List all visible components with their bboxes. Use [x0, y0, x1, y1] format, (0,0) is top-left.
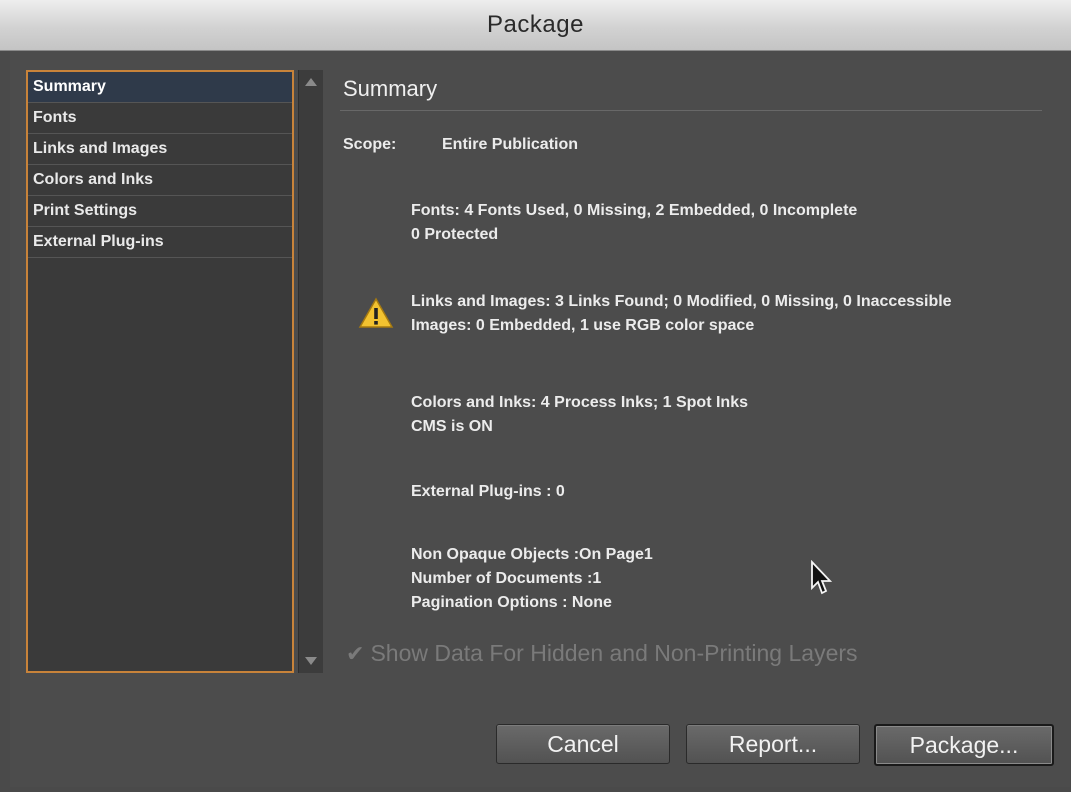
sidebar-item-colors-and-inks[interactable]: Colors and Inks	[28, 165, 292, 196]
show-hidden-layers-label: Show Data For Hidden and Non-Printing La…	[370, 640, 858, 666]
sidebar-item-summary[interactable]: Summary	[28, 72, 292, 103]
non-opaque-objects-line: Non Opaque Objects :On Page1	[411, 546, 653, 563]
fonts-summary-line: Fonts: 4 Fonts Used, 0 Missing, 2 Embedd…	[411, 202, 858, 219]
checkmark-icon: ✔	[346, 640, 365, 666]
heading-divider	[340, 110, 1042, 111]
cancel-button[interactable]: Cancel	[496, 724, 670, 764]
sidebar-item-external-plug-ins[interactable]: External Plug-ins	[28, 227, 292, 258]
plugins-summary: External Plug-ins : 0	[411, 480, 565, 504]
pagination-options-line: Pagination Options : None	[411, 594, 612, 611]
scroll-down-arrow-icon[interactable]	[305, 657, 317, 665]
sidebar-item-links-and-images[interactable]: Links and Images	[28, 134, 292, 165]
window-title: Package	[487, 11, 584, 38]
links-summary: Links and Images: 3 Links Found; 0 Modif…	[411, 290, 952, 338]
warning-triangle-icon	[358, 297, 394, 328]
sidebar-scrollbar[interactable]	[298, 70, 323, 673]
fonts-protected-line: 0 Protected	[411, 226, 499, 243]
number-of-documents-line: Number of Documents :1	[411, 570, 602, 587]
cms-status-line: CMS is ON	[411, 418, 493, 435]
other-summary: Non Opaque Objects :On Page1 Number of D…	[411, 543, 653, 615]
sidebar-list: Summary Fonts Links and Images Colors an…	[26, 70, 294, 673]
external-plugins-line: External Plug-ins : 0	[411, 483, 565, 500]
mouse-pointer-icon	[811, 560, 832, 595]
section-heading: Summary	[343, 76, 438, 101]
colors-inks-line: Colors and Inks: 4 Process Inks; 1 Spot …	[411, 394, 748, 411]
fonts-summary: Fonts: 4 Fonts Used, 0 Missing, 2 Embedd…	[411, 199, 857, 247]
scope-value: Entire Publication	[442, 136, 579, 153]
package-button[interactable]: Package...	[874, 724, 1054, 766]
colors-summary: Colors and Inks: 4 Process Inks; 1 Spot …	[411, 391, 748, 439]
scope-label: Scope:	[343, 136, 397, 153]
sidebar-item-print-settings[interactable]: Print Settings	[28, 196, 292, 227]
title-bar: Package	[0, 0, 1071, 51]
links-summary-line: Links and Images: 3 Links Found; 0 Modif…	[411, 293, 952, 310]
sidebar-item-fonts[interactable]: Fonts	[28, 103, 292, 134]
scroll-up-arrow-icon[interactable]	[305, 78, 317, 86]
report-button[interactable]: Report...	[686, 724, 860, 764]
show-hidden-layers-checkbox[interactable]: ✔ Show Data For Hidden and Non-Printing …	[346, 640, 858, 667]
images-summary-line: Images: 0 Embedded, 1 use RGB color spac…	[411, 317, 755, 334]
